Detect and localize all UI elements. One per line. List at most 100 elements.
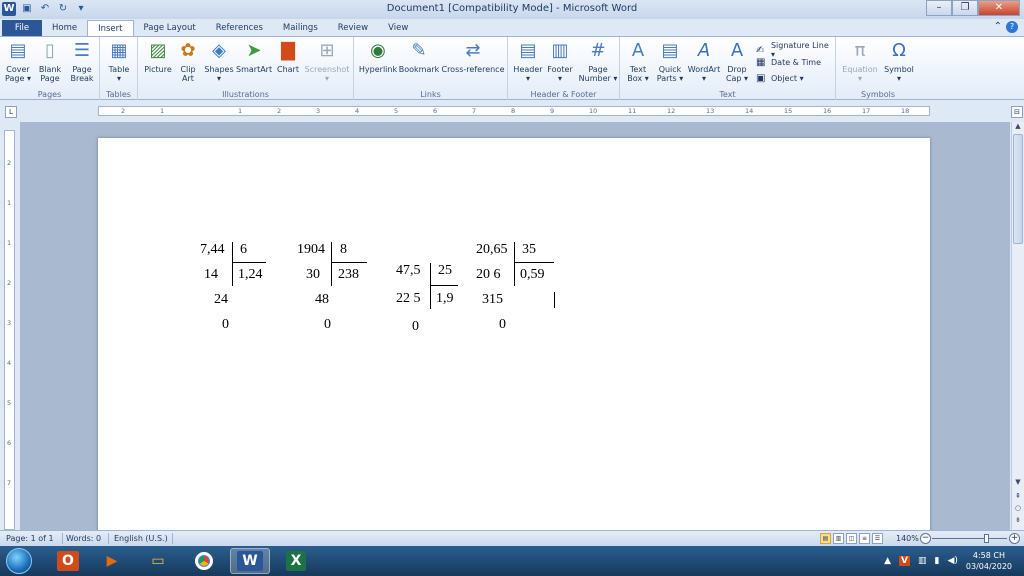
header-button[interactable]: ▤ Header ▾: [512, 39, 544, 83]
select-browse-object-icon[interactable]: ○: [1012, 504, 1024, 512]
smartart-button[interactable]: ➤ SmartArt: [236, 39, 272, 74]
cross-reference-button[interactable]: ⇄ Cross-reference: [441, 39, 505, 74]
page-count[interactable]: Page: 1 of 1: [6, 534, 54, 543]
chart-icon: ▇: [281, 40, 295, 61]
language-indicator[interactable]: English (U.S.): [114, 534, 168, 543]
date-time-button[interactable]: ▦ Date & Time: [756, 57, 821, 68]
cross-reference-icon: ⇄: [465, 40, 481, 61]
footer-button[interactable]: ▥ Footer ▾: [544, 39, 576, 83]
vertical-scrollbar[interactable]: ▲ ▼ ⇞ ○ ⇟: [1011, 122, 1024, 530]
minimize-ribbon-icon[interactable]: ⌃: [994, 21, 1002, 33]
group-links: ◉ Hyperlink ✎ Bookmark ⇄ Cross-reference Li…: [354, 37, 508, 100]
page-number-button[interactable]: # Page Number ▾: [578, 39, 618, 83]
file-explorer-icon[interactable]: ▭: [138, 548, 178, 574]
zoom-level[interactable]: 140%: [896, 534, 919, 543]
equation-button[interactable]: π Equation ▾: [840, 39, 880, 83]
horizontal-ruler[interactable]: 2 1 1 2 3 4 5 6 7 8 9 10 11 12 13 14 15 16 17 18: [98, 106, 930, 116]
object-icon: ▣: [756, 73, 766, 84]
zoom-in-icon[interactable]: +: [1009, 533, 1020, 544]
div4-dividend: 20,65: [476, 242, 508, 257]
quick-parts-button[interactable]: ▤ Quick Parts ▾: [654, 39, 686, 83]
clip-art-button[interactable]: ✿ Clip Art: [176, 39, 200, 83]
document-page[interactable]: 7,44 6 14 1,24 24 0 1904 8 30 238 48 0 4…: [98, 138, 930, 530]
view-ruler-icon[interactable]: ⊟: [1011, 106, 1023, 118]
tab-review[interactable]: Review: [328, 20, 378, 37]
title-bar: W ▣ ↶ ↻ ▾ Document1 [Compatibility Mode]…: [0, 0, 1024, 19]
zoom-slider[interactable]: [932, 538, 1007, 539]
blank-page-icon: ▯: [45, 40, 55, 61]
print-layout-view-icon[interactable]: ▤: [820, 533, 831, 544]
start-button[interactable]: [6, 548, 32, 574]
word-taskbar-icon[interactable]: W: [230, 548, 270, 574]
chrome-icon[interactable]: [184, 548, 224, 574]
chart-button[interactable]: ▇ Chart: [274, 39, 302, 74]
shapes-button[interactable]: ◈ Shapes ▾: [204, 39, 234, 83]
excel-taskbar-icon[interactable]: X: [276, 548, 316, 574]
div3-remainder-1: 22 5: [396, 291, 421, 306]
bookmark-button[interactable]: ✎ Bookmark: [398, 39, 440, 74]
document-area[interactable]: 7,44 6 14 1,24 24 0 1904 8 30 238 48 0 4…: [20, 122, 1010, 530]
outline-view-icon[interactable]: ≡: [859, 533, 870, 544]
network-icon[interactable]: ▥: [918, 556, 927, 566]
wordart-button[interactable]: A WordArt ▾: [686, 39, 722, 83]
tab-home[interactable]: Home: [42, 20, 87, 37]
zoom-slider-thumb[interactable]: [984, 534, 989, 543]
drop-cap-button[interactable]: A Drop Cap ▾: [722, 39, 752, 83]
tab-mailings[interactable]: Mailings: [273, 20, 328, 37]
restore-button[interactable]: ❐: [952, 0, 978, 16]
group-header-footer-label: Header & Footer: [530, 90, 597, 99]
ruler-mark: 10: [589, 107, 598, 115]
div2-remainder-3: 0: [324, 317, 331, 332]
cover-page-button[interactable]: ▤ Cover Page ▾: [4, 39, 32, 83]
scroll-up-icon[interactable]: ▲: [1012, 122, 1024, 130]
drop-cap-icon: A: [730, 40, 744, 61]
object-button[interactable]: ▣ Object ▾: [756, 73, 804, 84]
scroll-down-icon[interactable]: ▼: [1012, 478, 1024, 486]
vertical-ruler[interactable]: 2 1 1 2 3 4 5 6 7: [4, 130, 15, 530]
blank-page-button[interactable]: ▯ Blank Page: [36, 39, 64, 83]
help-icon[interactable]: ?: [1006, 21, 1018, 33]
tray-expand-icon[interactable]: ▲: [884, 556, 891, 566]
tab-view[interactable]: View: [378, 20, 418, 37]
picture-button[interactable]: ▨ Picture: [142, 39, 174, 74]
web-layout-icon[interactable]: ◫: [846, 533, 857, 544]
office-icon[interactable]: O: [48, 548, 88, 574]
tab-references[interactable]: References: [206, 20, 273, 37]
close-button[interactable]: ✕: [978, 0, 1020, 16]
zoom-out-icon[interactable]: −: [920, 533, 931, 544]
div1-divisor: 6: [240, 242, 247, 257]
div3-divisor: 25: [438, 263, 452, 278]
symbol-button[interactable]: Ω Symbol ▾: [882, 39, 916, 83]
page-break-button[interactable]: ☰ Page Break: [68, 39, 96, 83]
word-count[interactable]: Words: 0: [66, 534, 101, 543]
text-box-button[interactable]: A Text Box ▾: [624, 39, 652, 83]
hyperlink-button[interactable]: ◉ Hyperlink: [358, 39, 398, 74]
volume-icon[interactable]: ◀): [947, 556, 957, 566]
scroll-thumb[interactable]: [1013, 134, 1023, 244]
clock-time: 4:58 CH: [972, 551, 1005, 560]
full-screen-reading-icon[interactable]: ▥: [833, 533, 844, 544]
tab-page-layout[interactable]: Page Layout: [134, 20, 206, 37]
tab-file[interactable]: File: [2, 20, 42, 37]
globe-icon: ◉: [370, 40, 386, 61]
tab-selector-button[interactable]: L: [5, 106, 17, 118]
system-clock[interactable]: 4:58 CH 03/04/2020: [966, 550, 1012, 572]
div4-remainder-2: 315: [482, 292, 503, 307]
previous-page-icon[interactable]: ⇞: [1012, 492, 1024, 500]
group-illustrations: ▨ Picture ✿ Clip Art ◈ Shapes ▾ ➤ SmartArt ▇…: [138, 37, 354, 100]
header-icon: ▤: [519, 40, 537, 61]
tab-insert[interactable]: Insert: [87, 20, 134, 37]
clip-art-icon: ✿: [180, 40, 196, 61]
antivirus-icon[interactable]: V: [899, 556, 910, 566]
draft-view-icon[interactable]: ☰: [872, 533, 883, 544]
screenshot-button[interactable]: ⊞ Screenshot ▾: [304, 39, 350, 83]
text-cursor: [554, 292, 555, 308]
minimize-button[interactable]: –: [926, 0, 952, 16]
ruler-mark: 3: [316, 107, 321, 115]
page-number-icon: #: [590, 40, 606, 61]
div1-remainder-1: 14: [204, 267, 218, 282]
table-button[interactable]: ▦ Table ▾: [105, 39, 133, 83]
media-player-icon[interactable]: ▶: [92, 548, 132, 574]
next-page-icon[interactable]: ⇟: [1012, 516, 1024, 524]
signal-icon[interactable]: ▮: [935, 556, 940, 566]
